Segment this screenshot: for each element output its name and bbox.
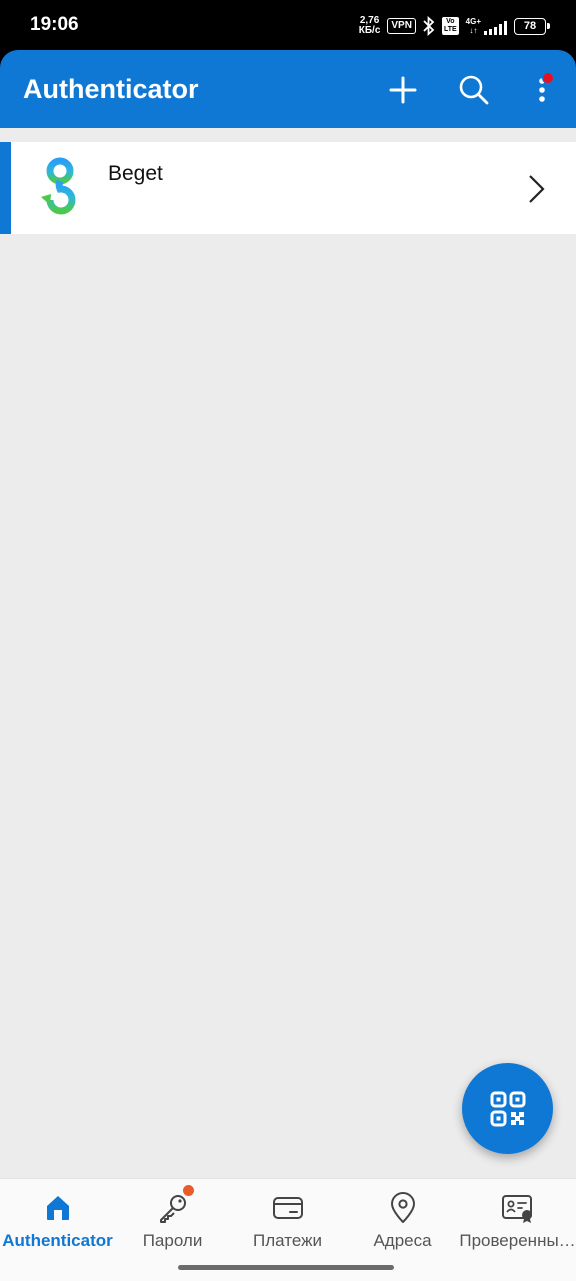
- selection-indicator: [0, 142, 11, 234]
- bluetooth-icon: [423, 16, 435, 36]
- nav-label: Платежи: [253, 1231, 322, 1250]
- app-bar: Authenticator: [0, 50, 576, 128]
- nav-label: Authenticator: [2, 1231, 113, 1250]
- network-speed: 2,76 КБ/с: [358, 15, 381, 36]
- nav-item-payments[interactable]: Платежи: [230, 1179, 345, 1259]
- status-time: 19:06: [30, 14, 79, 35]
- home-icon: [46, 1196, 69, 1220]
- volte-icon: Vo LTE: [441, 17, 459, 35]
- nav-item-authenticator[interactable]: Authenticator: [0, 1179, 115, 1259]
- vpn-badge: VPN: [387, 18, 416, 34]
- chevron-right-icon: [529, 175, 545, 203]
- scan-qr-button[interactable]: [462, 1063, 553, 1154]
- home-indicator[interactable]: [178, 1265, 394, 1270]
- passwords-badge: [182, 1185, 194, 1196]
- signal-icon: 4G+ ↓↑: [466, 17, 507, 35]
- status-bar: 19:06 2,76 КБ/с VPN Vo LTE 4G+ ↓↑ 78: [0, 0, 576, 52]
- qr-code-scan-icon: [490, 1091, 525, 1126]
- account-row-beget[interactable]: Beget: [0, 142, 576, 234]
- nav-item-passwords[interactable]: Пароли: [115, 1179, 230, 1259]
- notification-dot: [542, 72, 554, 84]
- search-button[interactable]: [454, 70, 494, 110]
- add-account-button[interactable]: [383, 70, 423, 110]
- more-options-button[interactable]: [522, 70, 562, 110]
- credit-card-icon: [272, 1197, 303, 1219]
- location-pin-icon: [390, 1192, 415, 1223]
- accounts-list: Beget: [0, 128, 576, 1178]
- verified-id-icon: [501, 1195, 532, 1223]
- battery-icon: 78: [514, 17, 550, 35]
- account-name: Beget: [108, 162, 163, 185]
- search-icon: [459, 75, 489, 105]
- app-title: Authenticator: [23, 74, 199, 104]
- nav-label: Проверенны…: [459, 1231, 576, 1250]
- nav-label: Пароли: [142, 1231, 203, 1250]
- beget-logo-icon: [41, 157, 76, 215]
- nav-item-addresses[interactable]: Адреса: [345, 1179, 460, 1259]
- key-icon: [159, 1195, 186, 1223]
- status-icons: 2,76 КБ/с VPN Vo LTE 4G+ ↓↑ 78: [358, 14, 550, 38]
- bottom-navigation: Authenticator Пароли Платежи Адреса Пров…: [0, 1178, 576, 1281]
- plus-icon: [389, 76, 417, 104]
- nav-label: Адреса: [373, 1231, 432, 1250]
- nav-item-verified-ids[interactable]: Проверенны…: [459, 1179, 576, 1259]
